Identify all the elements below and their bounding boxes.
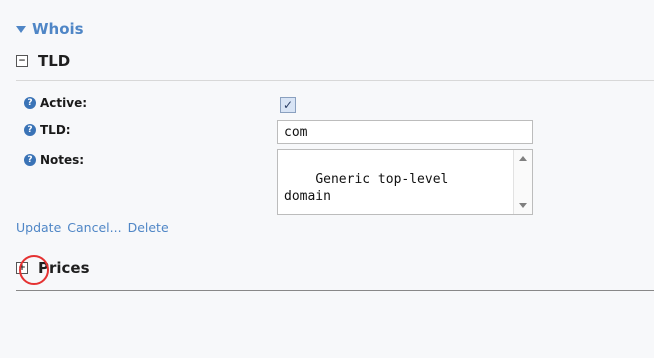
active-label-text: Active:	[40, 96, 88, 110]
delete-link[interactable]: Delete	[128, 220, 169, 235]
tld-section-header[interactable]: − TLD	[16, 52, 654, 70]
scroll-up-icon[interactable]	[519, 156, 527, 161]
collapse-minus-icon[interactable]: −	[16, 55, 28, 67]
divider	[16, 290, 654, 291]
cancel-link[interactable]: Cancel...	[67, 220, 121, 235]
annotation-circle	[19, 255, 49, 285]
notes-text: Generic top-level domain	[284, 172, 449, 204]
triangle-down-icon	[16, 26, 26, 33]
notes-textarea[interactable]: Generic top-level domain	[277, 149, 533, 215]
active-field-label: ? Active:	[24, 96, 87, 110]
update-link[interactable]: Update	[16, 220, 61, 235]
active-checkbox[interactable]: ✓	[280, 97, 296, 113]
help-icon[interactable]: ?	[24, 124, 36, 136]
help-icon[interactable]: ?	[24, 97, 36, 109]
divider	[16, 80, 654, 81]
notes-label-text: Notes:	[40, 153, 85, 167]
whois-section-header[interactable]: Whois	[16, 20, 84, 38]
scroll-down-icon[interactable]	[519, 203, 527, 208]
tld-section-label: TLD	[38, 52, 71, 70]
tld-label-text: TLD:	[40, 123, 71, 137]
prices-section-header[interactable]: + Prices	[16, 259, 654, 277]
notes-field-label: ? Notes:	[24, 153, 84, 167]
tld-input[interactable]: com	[277, 120, 533, 144]
notes-scrollbar[interactable]	[513, 150, 532, 214]
whois-section-label: Whois	[32, 20, 84, 38]
editor-panel: Whois − TLD ? Active: ✓ ? TLD: com ? Not…	[0, 0, 654, 358]
form-actions: Update Cancel... Delete	[16, 220, 169, 235]
help-icon[interactable]: ?	[24, 154, 36, 166]
tld-field-label: ? TLD:	[24, 123, 71, 137]
